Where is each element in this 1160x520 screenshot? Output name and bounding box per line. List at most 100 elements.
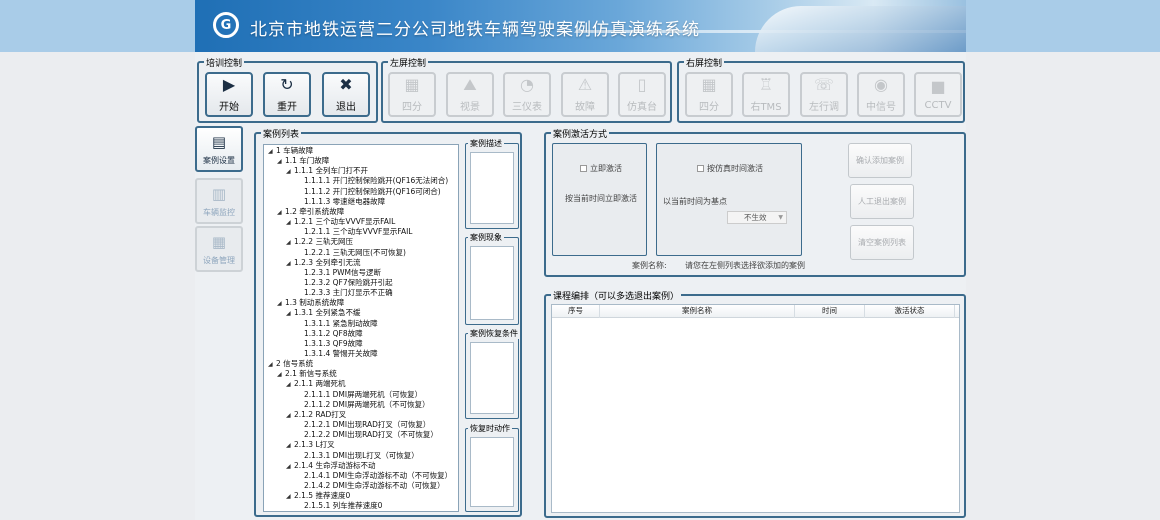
expand-triangle-icon[interactable]: ◢ — [277, 299, 285, 308]
expand-triangle-icon[interactable]: ◢ — [286, 380, 294, 389]
case-tree[interactable]: ◢ 1 车辆故障 ◢ 1.1 车门故障 ◢ 1.1.1 全列车门打不开 1.1.1.1 开门… — [263, 144, 459, 512]
clipboard-icon: ▤ — [211, 132, 227, 151]
clear-case-list-button[interactable]: 清空案例列表 — [850, 225, 914, 260]
sim-time-checkbox[interactable] — [697, 165, 704, 172]
tree-item[interactable]: ◢ 1.1 车门故障 — [277, 156, 329, 166]
expand-triangle-icon[interactable]: ◢ — [286, 238, 294, 247]
tree-item[interactable]: 1.2.2.1 三轨无网压(不可恢复) — [296, 248, 406, 257]
recovery-condition-box[interactable] — [470, 342, 514, 414]
tree-item[interactable]: ◢ 1.3 制动系统故障 — [277, 298, 344, 308]
sim-console-label: 仿真台 — [627, 102, 657, 113]
tree-item[interactable]: 1.3.1.3 QF9故障 — [296, 339, 363, 348]
tree-item[interactable]: 2.1.1.1 DMI屏两端死机（可恢复） — [296, 390, 422, 399]
immediate-checkbox[interactable] — [580, 165, 587, 172]
signal-icon: ◉ — [874, 75, 888, 94]
schedule-table[interactable]: 序号 案例名称 时间 激活状态 — [551, 304, 960, 513]
expand-triangle-icon[interactable]: ◢ — [268, 360, 276, 369]
restart-button[interactable]: ↻ 重开 — [263, 72, 311, 117]
sidebar-item-vehicle-monitor[interactable]: ▥ 车辆监控 — [195, 178, 243, 224]
tree-item-label: 1.3.1.2 QF8故障 — [304, 328, 363, 338]
clear-case-list-label: 清空案例列表 — [858, 238, 906, 247]
tree-item[interactable]: 2.1.2.1 DMI出现RAD打叉（可恢复） — [296, 420, 430, 429]
tree-item[interactable]: ◢ 1.2.3 全列牵引无流 — [286, 258, 360, 268]
tree-item[interactable]: 1.2.3.1 PWM信号逻断 — [296, 268, 381, 277]
expand-triangle-icon[interactable]: ◢ — [268, 147, 276, 156]
tree-item[interactable]: 1.3.1.2 QF8故障 — [296, 329, 363, 338]
case-list-group: 案例列表 ◢ 1 车辆故障 ◢ 1.1 车门故障 ◢ 1.1.1 全列车门打不开 1.1.1… — [254, 127, 522, 517]
tree-item[interactable]: 1.1.1.1 开门控制保险跳开(QF16无法闭合) — [296, 176, 448, 185]
manual-exit-case-button[interactable]: 人工退出案例 — [850, 184, 914, 219]
tree-item[interactable]: 1.2.3.2 QF7保险跳开引起 — [296, 278, 393, 287]
tree-item[interactable]: 2.1.4.1 DMI生命浮动游标不动（不可恢复） — [296, 471, 452, 480]
tree-item[interactable]: ◢ 2.1.5 推荐速度0 — [286, 491, 350, 501]
recovery-action-box[interactable] — [470, 437, 514, 507]
three-gauge-button[interactable]: ◔ 三仪表 — [503, 72, 551, 117]
case-list-title: 案例列表 — [261, 127, 302, 140]
tree-item[interactable]: 2.1.1.2 DMI屏两端死机（不可恢复） — [296, 400, 430, 409]
column-header-case-name[interactable]: 案例名称 — [600, 305, 795, 318]
expand-triangle-icon[interactable]: ◢ — [286, 441, 294, 450]
gauge-icon: ◔ — [520, 75, 534, 94]
tree-item[interactable]: ◢ 2.1.4 生命浮动游标不动 — [286, 461, 375, 471]
expand-triangle-icon[interactable]: ◢ — [286, 218, 294, 227]
tree-item-label: 1.3.1.3 QF9故障 — [304, 338, 363, 348]
grid-icon: ▦ — [404, 75, 420, 94]
tree-item[interactable]: ◢ 1.2.1 三个动车VVVF显示FAIL — [286, 217, 395, 227]
sidebar-item-equipment[interactable]: ▦ 设备管理 — [195, 226, 243, 272]
column-header-index[interactable]: 序号 — [552, 305, 600, 318]
tree-item[interactable]: 1.2.1.1 三个动车VVVF显示FAIL — [296, 227, 412, 236]
tree-item[interactable]: ◢ 1.2.2 三轨无网压 — [286, 237, 353, 247]
right-screen-title: 右屏控制 — [684, 56, 725, 69]
tree-item[interactable]: ◢ 1.2 牵引系统故障 — [277, 207, 344, 217]
tree-item[interactable]: 1.3.1.4 警惕开关故障 — [296, 349, 378, 358]
tree-item[interactable]: ◢ 2.1.3 L打叉 — [286, 440, 335, 450]
confirm-add-case-button[interactable]: 确认添加案例 — [848, 143, 912, 178]
tree-item[interactable]: ◢ 2.1.1 两端死机 — [286, 379, 345, 389]
expand-triangle-icon[interactable]: ◢ — [277, 370, 285, 379]
tree-item[interactable]: 1.3.1.1 紧急制动故障 — [296, 319, 378, 328]
tree-item[interactable]: 2.1.5.1 列车推荐速度0 — [296, 501, 382, 510]
column-header-activation-status[interactable]: 激活状态 — [865, 305, 955, 318]
tree-item[interactable]: ◢ 1 车辆故障 — [268, 146, 313, 156]
tree-item-label: 1.1.1.1 开门控制保险跳开(QF16无法闭合) — [304, 176, 449, 186]
expand-triangle-icon[interactable]: ◢ — [286, 462, 294, 471]
tree-item[interactable]: 2.1.2.2 DMI出现RAD打叉（不可恢复） — [296, 430, 438, 439]
effect-select[interactable]: 不生效 ▼ — [727, 211, 787, 224]
tree-item[interactable]: 1.2.3.3 主门灯显示不正确 — [296, 288, 393, 297]
immediate-checkbox-row[interactable]: 立即激活 — [580, 163, 622, 174]
right-quad-button[interactable]: ▦ 四分 — [685, 72, 733, 117]
sim-time-checkbox-row[interactable]: 按仿真时间激活 — [697, 163, 763, 174]
expand-triangle-icon[interactable]: ◢ — [286, 167, 294, 176]
expand-triangle-icon[interactable]: ◢ — [286, 259, 294, 268]
case-description-box[interactable] — [470, 152, 514, 224]
case-phenomenon-box[interactable] — [470, 246, 514, 320]
tree-item[interactable]: ◢ 2 信号系统 — [268, 359, 313, 369]
column-header-time[interactable]: 时间 — [795, 305, 865, 318]
right-tms-button[interactable]: ♖ 右TMS — [742, 72, 790, 117]
tree-item[interactable]: ◢ 2.1 新信号系统 — [277, 369, 337, 379]
expand-triangle-icon[interactable]: ◢ — [286, 309, 294, 318]
sim-console-button[interactable]: ▯ 仿真台 — [618, 72, 666, 117]
start-label: 开始 — [219, 102, 239, 113]
tree-item[interactable]: ◢ 1.1.1 全列车门打不开 — [286, 166, 368, 176]
exit-button[interactable]: ✖ 退出 — [322, 72, 370, 117]
tree-item[interactable]: 1.1.1.3 零速继电器故障 — [296, 197, 385, 206]
tree-item[interactable]: ◢ 2.1.2 RAD打叉 — [286, 410, 346, 420]
start-button[interactable]: ▶ 开始 — [205, 72, 253, 117]
expand-triangle-icon[interactable]: ◢ — [277, 157, 285, 166]
left-quad-button[interactable]: ▦ 四分 — [388, 72, 436, 117]
tree-item[interactable]: 2.1.4.2 DMI生命浮动游标不动（可恢复） — [296, 481, 445, 490]
expand-triangle-icon[interactable]: ◢ — [277, 208, 285, 217]
expand-triangle-icon[interactable]: ◢ — [286, 411, 294, 420]
expand-triangle-icon[interactable]: ◢ — [286, 492, 294, 501]
scene-view-button[interactable]: ⛰ 视景 — [446, 72, 494, 117]
tree-item[interactable]: ◢ 1.3.1 全列紧急不缓 — [286, 308, 360, 318]
tree-item-label: 1.2.3.3 主门灯显示不正确 — [304, 288, 393, 298]
center-signal-button[interactable]: ◉ 中信号 — [857, 72, 905, 117]
sidebar-item-case-settings[interactable]: ▤ 案例设置 — [195, 126, 243, 172]
left-dispatch-button[interactable]: ☏ 左行调 — [800, 72, 848, 117]
tree-item[interactable]: 1.1.1.2 开门控制保险跳开(QF16可闭合) — [296, 187, 441, 196]
cctv-button[interactable]: ■ CCTV — [914, 72, 962, 117]
tree-item[interactable]: 2.1.3.1 DMI出现L打叉（可恢复） — [296, 451, 419, 460]
fault-button[interactable]: ⚠ 故障 — [561, 72, 609, 117]
